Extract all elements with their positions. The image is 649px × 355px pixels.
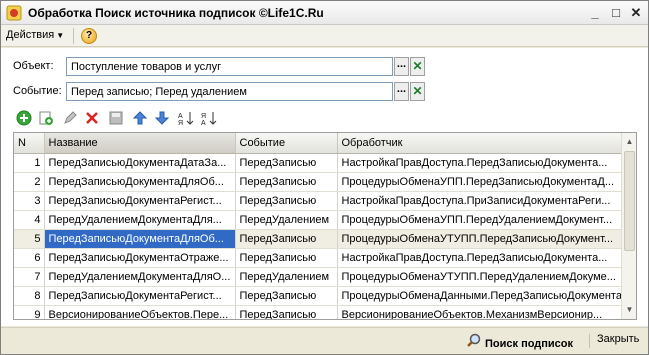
table-row[interactable]: 4 ПередУдалениемДокументаДля... ПередУда… xyxy=(14,210,623,230)
row-name: ПередЗаписьюДокументаОтраже... xyxy=(44,248,236,268)
save-icon[interactable] xyxy=(107,110,125,128)
row-handler: ВерсионированиеОбъектов.МеханизмВерсиони… xyxy=(337,305,623,319)
svg-text:Я: Я xyxy=(201,113,206,120)
window-title: Обработка Поиск источника подписок ©Life… xyxy=(28,6,324,20)
row-event: ПередЗаписью xyxy=(235,248,338,268)
copy-icon[interactable] xyxy=(37,110,55,128)
scroll-down-icon[interactable]: ▼ xyxy=(623,303,636,317)
event-label: Событие: xyxy=(13,85,62,97)
magnifier-icon xyxy=(467,333,481,350)
object-select-button[interactable]: ... xyxy=(394,57,409,76)
row-name: ВерсионированиеОбъектов.Пере... xyxy=(44,305,236,319)
column-header-event[interactable]: Событие xyxy=(235,133,338,154)
row-number: 9 xyxy=(14,305,45,319)
row-event: ПередУдалением xyxy=(235,267,338,287)
table-row[interactable]: 1 ПередЗаписьюДокументаДатаЗа... ПередЗа… xyxy=(14,153,623,173)
row-handler: ПроцедурыОбменаУПП.ПередЗаписьюДокумента… xyxy=(337,172,623,192)
add-icon[interactable] xyxy=(15,110,33,128)
table-row[interactable]: 8 ПередЗаписьюДокументаРегист... ПередЗа… xyxy=(14,286,623,306)
maximize-button[interactable]: □ xyxy=(608,5,624,21)
table-row[interactable]: 3 ПередЗаписьюДокументаРегист... ПередЗа… xyxy=(14,191,623,211)
close-button[interactable]: Закрыть xyxy=(597,333,639,345)
object-clear-button[interactable]: ✕ xyxy=(410,57,425,76)
row-event: ПередЗаписью xyxy=(235,305,338,319)
row-event: ПередЗаписью xyxy=(235,191,338,211)
column-header-name[interactable]: Название xyxy=(44,133,236,154)
row-handler: ПроцедурыОбменаУТУПП.ПередЗаписьюДокумен… xyxy=(337,229,623,249)
table-row-selected[interactable]: 5 ПередЗаписьюДокументаДляОб... ПередЗап… xyxy=(14,229,623,249)
table-row[interactable]: 6 ПередЗаписьюДокументаОтраже... ПередЗа… xyxy=(14,248,623,268)
row-name: ПередЗаписьюДокументаДляОб... xyxy=(44,172,236,192)
row-handler: НастройкаПравДоступа.ПередЗаписьюДокумен… xyxy=(337,248,623,268)
row-name: ПередУдалениемДокументаДля... xyxy=(44,210,236,230)
svg-text:Я: Я xyxy=(178,120,183,126)
row-handler: ПроцедурыОбменаУТУПП.ПередУдалениемДокум… xyxy=(337,267,623,287)
edit-icon[interactable] xyxy=(61,110,79,128)
row-number: 7 xyxy=(14,267,45,287)
table-row[interactable]: 2 ПередЗаписьюДокументаДляОб... ПередЗап… xyxy=(14,172,623,192)
row-name: ПередЗаписьюДокументаДляОб... xyxy=(44,229,236,249)
vertical-scrollbar[interactable]: ▲ ▼ xyxy=(621,133,636,319)
close-window-button[interactable]: ✕ xyxy=(628,5,644,21)
row-event: ПередУдалением xyxy=(235,210,338,230)
search-subscriptions-button[interactable]: Поиск подписок xyxy=(467,333,573,350)
row-handler: НастройкаПравДоступа.ПередЗаписьюДокумен… xyxy=(337,153,623,173)
title-bar: Обработка Поиск источника подписок ©Life… xyxy=(1,1,648,25)
row-number: 3 xyxy=(14,191,45,211)
form-body: Объект: Поступление товаров и услуг ... … xyxy=(1,48,648,326)
event-select-button[interactable]: ... xyxy=(394,82,409,101)
row-event: ПередЗаписью xyxy=(235,286,338,306)
row-event: ПередЗаписью xyxy=(235,153,338,173)
table-row[interactable]: 9 ВерсионированиеОбъектов.Пере... ПередЗ… xyxy=(14,305,623,319)
row-number: 4 xyxy=(14,210,45,230)
actions-menu-label: Действия xyxy=(6,29,55,41)
table-header: N Название Событие Обработчик xyxy=(14,133,623,154)
delete-icon[interactable] xyxy=(83,110,101,128)
sort-desc-icon[interactable]: ЯA xyxy=(200,110,218,128)
subscriptions-table[interactable]: N Название Событие Обработчик 1 ПередЗап… xyxy=(13,132,637,320)
move-down-icon[interactable] xyxy=(153,110,171,128)
divider xyxy=(589,334,590,348)
scrollbar-thumb[interactable] xyxy=(624,151,635,251)
column-header-n[interactable]: N xyxy=(14,133,45,154)
divider xyxy=(73,28,74,44)
svg-text:A: A xyxy=(178,113,183,120)
svg-text:A: A xyxy=(201,120,206,126)
actions-menu[interactable]: Действия ▼ xyxy=(6,29,64,41)
command-bar: Действия ▼ ? xyxy=(1,25,648,47)
event-clear-button[interactable]: ✕ xyxy=(410,82,425,101)
row-event: ПередЗаписью xyxy=(235,229,338,249)
row-number: 2 xyxy=(14,172,45,192)
search-subscriptions-label: Поиск подписок xyxy=(485,338,574,350)
row-name: ПередУдалениемДокументаДляО... xyxy=(44,267,236,287)
row-event: ПередЗаписью xyxy=(235,172,338,192)
table-row[interactable]: 7 ПередУдалениемДокументаДляО... ПередУд… xyxy=(14,267,623,287)
move-up-icon[interactable] xyxy=(131,110,149,128)
chevron-down-icon: ▼ xyxy=(56,31,65,40)
row-number: 6 xyxy=(14,248,45,268)
object-field[interactable]: Поступление товаров и услуг xyxy=(66,57,393,76)
row-number: 5 xyxy=(14,229,45,249)
row-handler: НастройкаПравДоступа.ПриЗаписиДокументаР… xyxy=(337,191,623,211)
row-name: ПередЗаписьюДокументаРегист... xyxy=(44,191,236,211)
row-number: 8 xyxy=(14,286,45,306)
column-header-handler[interactable]: Обработчик xyxy=(337,133,623,154)
minimize-button[interactable]: _ xyxy=(587,5,603,21)
scroll-up-icon[interactable]: ▲ xyxy=(623,135,636,149)
help-icon[interactable]: ? xyxy=(81,28,97,44)
row-handler: ПроцедурыОбменаДанными.ПередЗаписьюДокум… xyxy=(337,286,623,306)
sort-asc-icon[interactable]: AЯ xyxy=(177,110,195,128)
object-label: Объект: xyxy=(13,60,54,72)
row-name: ПередЗаписьюДокументаРегист... xyxy=(44,286,236,306)
bottom-bar: Поиск подписок Закрыть xyxy=(1,327,648,354)
row-number: 1 xyxy=(14,153,45,173)
window: Обработка Поиск источника подписок ©Life… xyxy=(0,0,649,355)
app-icon xyxy=(6,5,22,21)
event-field[interactable]: Перед записью; Перед удалением xyxy=(66,82,393,101)
row-handler: ПроцедурыОбменаУПП.ПередУдалениемДокумен… xyxy=(337,210,623,230)
row-name: ПередЗаписьюДокументаДатаЗа... xyxy=(44,153,236,173)
